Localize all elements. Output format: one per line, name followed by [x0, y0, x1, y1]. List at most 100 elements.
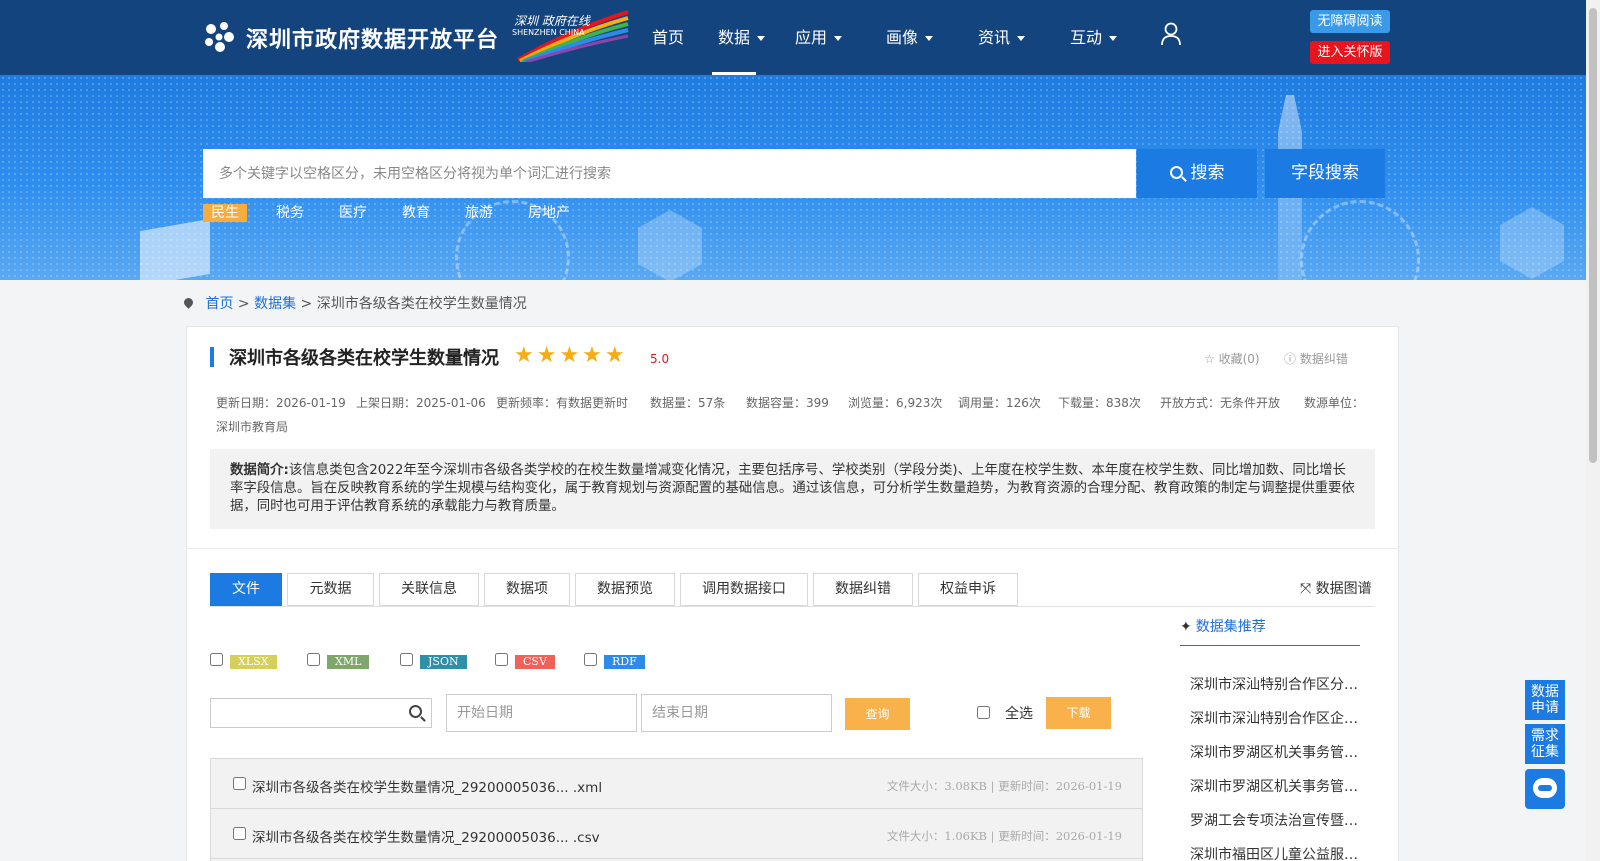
nav-home[interactable]: 首页 — [652, 24, 684, 48]
tab-files[interactable]: 文件 — [210, 573, 282, 606]
format-csv-checkbox[interactable] — [495, 653, 508, 666]
format-xlsx-checkbox[interactable] — [210, 653, 223, 666]
data-request-button[interactable]: 数据 申请 — [1525, 680, 1565, 720]
intro-text: 该信息类包含2022年至今深圳市各级各类学校的在校生数量增减变化情况，主要包括序… — [230, 463, 1355, 514]
rating-score: 5.0 — [650, 352, 670, 366]
nav-data[interactable]: 数据 — [718, 24, 766, 48]
nav-news[interactable]: 资讯 — [978, 24, 1026, 48]
breadcrumb: 首页 > 数据集 > 深圳市各级各类在校学生数量情况 — [182, 293, 527, 313]
data-request-label: 申请 — [1531, 700, 1559, 716]
nav-profile[interactable]: 画像 — [886, 24, 934, 48]
nav-interact[interactable]: 互动 — [1070, 24, 1118, 48]
meta-update-date: 更新日期：2026-01-19 — [216, 396, 346, 410]
intro-label: 数据简介: — [230, 463, 289, 478]
demand-collect-label: 需求 — [1531, 728, 1559, 744]
data-request-label: 数据 — [1531, 684, 1559, 700]
start-date-input[interactable]: 开始日期 — [446, 694, 637, 732]
search-icon[interactable] — [409, 705, 422, 718]
care-mode-button[interactable]: 进入关怀版 — [1310, 41, 1390, 64]
recommend-item[interactable]: 深圳市罗湖区机关事务管… — [1190, 776, 1360, 796]
platform-logo-icon[interactable] — [202, 20, 236, 54]
query-button[interactable]: 查询 — [845, 698, 910, 730]
city-logo-subtext: SHENZHEN CHINA — [512, 28, 585, 37]
question-circle-icon: ⓘ — [1284, 352, 1300, 366]
section-divider — [186, 548, 1399, 549]
select-all[interactable]: 全选 — [977, 703, 1033, 723]
select-all-label: 全选 — [1005, 706, 1033, 722]
tab-data-correction[interactable]: 数据纠错 — [813, 573, 913, 606]
nav-news-label: 资讯 — [978, 28, 1011, 47]
meta-update-frequency: 更新频率：有数据更新时 — [496, 396, 629, 410]
rating-stars[interactable]: ★★★★★ — [514, 343, 628, 368]
meta-views: 浏览量：6,923次 — [848, 396, 943, 410]
recommend-item[interactable]: 深圳市福田区儿童公益服… — [1190, 844, 1360, 861]
user-icon[interactable] — [1160, 22, 1182, 46]
format-rdf-badge: RDF — [604, 655, 645, 669]
field-search-button[interactable]: 字段搜索 — [1265, 149, 1385, 198]
chevron-down-icon — [1109, 36, 1118, 41]
breadcrumb-home[interactable]: 首页 — [205, 296, 233, 312]
demand-collect-button[interactable]: 需求 征集 — [1525, 724, 1565, 764]
nav-data-label: 数据 — [718, 28, 751, 47]
file-checkbox[interactable] — [233, 777, 246, 790]
meta-capacity: 数据容量：399 — [746, 396, 829, 410]
file-name[interactable]: 深圳市各级各类在校学生数量情况_29200005036... .xml — [252, 776, 602, 796]
tab-related-info[interactable]: 关联信息 — [379, 573, 479, 606]
search-button-label: 搜索 — [1190, 163, 1225, 183]
chevron-down-icon — [925, 36, 934, 41]
data-correction-label: 数据纠错 — [1299, 352, 1348, 366]
tab-data-preview[interactable]: 数据预览 — [575, 573, 675, 606]
file-checkbox[interactable] — [233, 827, 246, 840]
meta-source-unit: 深圳市教育局 — [216, 420, 289, 434]
file-meta: 文件大小：3.08KB | 更新时间：2026-01-19 — [886, 779, 1122, 793]
file-row: 深圳市各级各类在校学生数量情况_29200005036... .csv 文件大小… — [211, 809, 1142, 859]
tag-education[interactable]: 教育 — [402, 204, 430, 222]
format-xml-badge: XML — [327, 655, 370, 669]
city-logo-text: 深圳 政府在线 — [514, 14, 590, 28]
recommend-item[interactable]: 深圳市深汕特别合作区企… — [1190, 708, 1360, 728]
chatbot-robot-icon[interactable] — [1525, 769, 1565, 809]
scrollbar-thumb[interactable] — [1589, 8, 1597, 463]
tag-real-estate[interactable]: 房地产 — [528, 204, 570, 222]
search-input[interactable] — [203, 149, 1136, 198]
recommend-item[interactable]: 深圳市深汕特别合作区分… — [1190, 674, 1360, 694]
tag-minsheng[interactable]: 民生 — [203, 204, 247, 222]
favorite-button[interactable]: ☆ 收藏(0) — [1204, 350, 1260, 367]
nav-apps[interactable]: 应用 — [795, 24, 843, 48]
select-all-checkbox[interactable] — [977, 706, 990, 719]
nav-profile-label: 画像 — [886, 28, 919, 47]
meta-record-count: 数据量：57条 — [650, 396, 726, 410]
top-header: 深圳市政府数据开放平台 深圳 政府在线 SHENZHEN CHINA 首页 数据… — [0, 0, 1586, 75]
tag-tourism[interactable]: 旅游 — [465, 204, 493, 222]
tab-api[interactable]: 调用数据接口 — [680, 573, 808, 606]
chevron-down-icon — [757, 36, 766, 41]
data-graph-label: 数据图谱 — [1315, 581, 1372, 597]
format-json-badge: JSON — [420, 655, 467, 669]
format-csv-badge: CSV — [515, 655, 555, 669]
tab-data-items[interactable]: 数据项 — [484, 573, 570, 606]
recommend-item[interactable]: 罗湖工会专项法治宣传暨… — [1190, 810, 1360, 830]
breadcrumb-datasets[interactable]: 数据集 — [254, 296, 296, 312]
format-xml-checkbox[interactable] — [307, 653, 320, 666]
format-json-checkbox[interactable] — [400, 653, 413, 666]
search-button[interactable]: 搜索 — [1137, 149, 1257, 198]
accessibility-button[interactable]: 无障碍阅读 — [1310, 10, 1390, 33]
tab-rights-appeal[interactable]: 权益申诉 — [918, 573, 1018, 606]
tag-tax[interactable]: 税务 — [276, 204, 304, 222]
page-scrollbar[interactable] — [1586, 0, 1600, 861]
download-button[interactable]: 下载 — [1046, 697, 1111, 729]
star-outline-icon: ☆ — [1204, 352, 1219, 366]
end-date-input[interactable]: 结束日期 — [641, 694, 832, 732]
recommend-item[interactable]: 深圳市罗湖区机关事务管… — [1190, 742, 1360, 762]
site-name[interactable]: 深圳市政府数据开放平台 — [246, 22, 499, 54]
data-graph-link[interactable]: ⤧ 数据图谱 — [1300, 578, 1372, 598]
file-keyword-input[interactable] — [210, 698, 432, 728]
tab-metadata[interactable]: 元数据 — [287, 573, 374, 606]
search-icon — [1169, 166, 1183, 179]
tag-medical[interactable]: 医疗 — [339, 204, 367, 222]
file-row: 深圳市各级各类在校学生数量情况_29200005036... .xml 文件大小… — [211, 759, 1142, 809]
file-meta: 文件大小：1.06KB | 更新时间：2026-01-19 — [886, 829, 1122, 843]
data-correction-link[interactable]: ⓘ 数据纠错 — [1284, 350, 1348, 367]
file-name[interactable]: 深圳市各级各类在校学生数量情况_29200005036... .csv — [252, 826, 600, 846]
format-rdf-checkbox[interactable] — [584, 653, 597, 666]
